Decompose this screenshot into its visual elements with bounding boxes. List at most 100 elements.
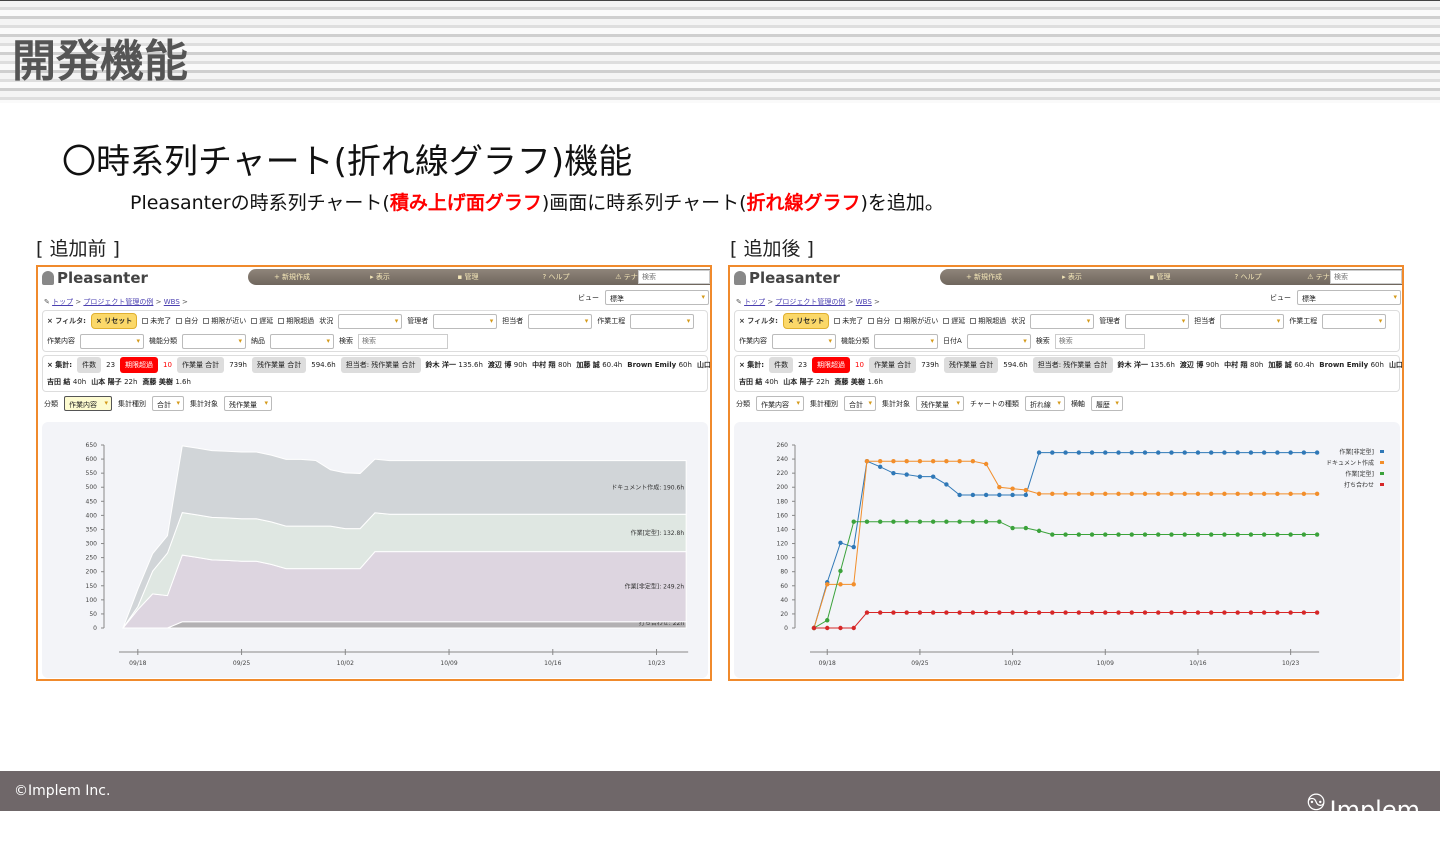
reset-button[interactable]: × リセット	[90, 313, 138, 329]
summary-button[interactable]: 件数	[77, 357, 102, 373]
checkbox-box[interactable]	[895, 318, 902, 324]
control-select[interactable]: 作業内容	[64, 396, 112, 411]
checkbox-box[interactable]	[142, 318, 149, 324]
person-name: 山本 陽子	[91, 378, 125, 386]
app-logo[interactable]: Pleasanter	[42, 269, 148, 287]
nav-item[interactable]: ▸ 表示	[336, 272, 424, 282]
checkbox-期限が近い[interactable]: 期限が近い	[895, 316, 938, 326]
filter-select[interactable]	[874, 333, 938, 349]
summary-button[interactable]: 残作業量 合計	[252, 357, 307, 373]
person-name: 鈴木 洋一	[425, 361, 459, 369]
summary-button[interactable]: 期限超過	[120, 357, 159, 373]
breadcrumb-link[interactable]: トップ	[52, 298, 73, 306]
checkbox-box[interactable]	[251, 318, 258, 324]
control-select[interactable]: 履歴	[1090, 396, 1123, 411]
data-point	[1116, 532, 1121, 537]
summary-button[interactable]: 作業量 合計	[868, 357, 917, 373]
filter-search-input[interactable]	[1054, 333, 1145, 349]
filter-select[interactable]	[528, 313, 593, 329]
nav-item[interactable]: + 新規作成	[248, 272, 336, 282]
checkbox-box[interactable]	[834, 318, 841, 324]
breadcrumb-link[interactable]: プロジェクト管理の例	[83, 298, 153, 306]
filter-select[interactable]	[270, 333, 334, 349]
checkbox-box[interactable]	[203, 318, 210, 324]
summary-button[interactable]: 作業量 合計	[176, 357, 225, 373]
data-point	[1103, 491, 1108, 497]
filter-select[interactable]	[182, 333, 246, 349]
summary-button[interactable]: 担当者: 残作業量 合計	[340, 357, 421, 373]
filter-select[interactable]	[1322, 313, 1387, 329]
filter-select[interactable]	[1030, 313, 1095, 329]
breadcrumb-link[interactable]: トップ	[744, 298, 765, 306]
reset-button[interactable]: × リセット	[782, 313, 830, 329]
filter-select[interactable]	[338, 313, 403, 329]
data-point	[1261, 532, 1267, 537]
control-select-value: 残作業量	[229, 401, 257, 409]
data-point	[904, 610, 909, 615]
person-total: 渡辺 博 90h	[1180, 360, 1219, 370]
checkbox-未完了[interactable]: 未完了	[834, 316, 863, 326]
view-select[interactable]: 標準	[1297, 290, 1401, 305]
person-hours: 80h	[557, 361, 572, 369]
area-end-label: ドキュメント作成: 190.6h	[611, 483, 684, 491]
control-select[interactable]: 合計	[152, 396, 184, 411]
data-point	[944, 458, 949, 464]
person-hours: 90h	[513, 361, 528, 369]
person-hours: 1.6h	[175, 378, 191, 386]
data-point	[1301, 610, 1307, 615]
filter-select[interactable]	[630, 313, 695, 329]
checkbox-box[interactable]	[868, 318, 875, 324]
breadcrumb-link[interactable]: WBS	[856, 298, 872, 306]
checkbox-遅延[interactable]: 遅延	[943, 316, 965, 326]
checkbox-自分[interactable]: 自分	[176, 316, 198, 326]
checkbox-期限が近い[interactable]: 期限が近い	[203, 316, 246, 326]
y-tick-label: 20	[780, 611, 788, 618]
breadcrumb-link[interactable]: WBS	[164, 298, 180, 306]
app-logo[interactable]: Pleasanter	[734, 269, 840, 287]
nav-item[interactable]: ▪ 管理	[1116, 272, 1204, 282]
filter-select[interactable]	[1125, 313, 1190, 329]
checkbox-box[interactable]	[278, 318, 285, 324]
control-select[interactable]: 残作業量	[224, 396, 272, 411]
search-input[interactable]	[1330, 270, 1402, 284]
nav-item[interactable]: ▸ 表示	[1028, 272, 1116, 282]
filter-select[interactable]	[433, 313, 498, 329]
checkbox-未完了[interactable]: 未完了	[142, 316, 171, 326]
checkbox-box[interactable]	[970, 318, 977, 324]
summary-button[interactable]: 期限超過	[812, 357, 851, 373]
filter-select[interactable]	[80, 333, 144, 349]
nav-item[interactable]: ? ヘルプ	[512, 272, 600, 282]
data-point	[1023, 492, 1029, 498]
data-point	[1248, 610, 1254, 615]
control-select[interactable]: 作業内容	[756, 396, 804, 411]
area-作業[非定型]	[121, 551, 687, 629]
checkbox-遅延[interactable]: 遅延	[251, 316, 273, 326]
data-point	[851, 544, 856, 550]
summary-button[interactable]: 件数	[769, 357, 794, 373]
checkbox-box[interactable]	[176, 318, 183, 324]
search-input[interactable]	[638, 270, 710, 284]
nav-item[interactable]: ? ヘルプ	[1204, 272, 1292, 282]
checkbox-自分[interactable]: 自分	[868, 316, 890, 326]
filter-search-input[interactable]	[358, 333, 448, 349]
checkbox-期限超過[interactable]: 期限超過	[278, 316, 314, 326]
nav-item[interactable]: ▪ 管理	[424, 272, 512, 282]
data-point	[970, 492, 976, 498]
control-select[interactable]: 折れ線	[1024, 396, 1065, 411]
data-point	[1222, 450, 1227, 455]
summary-button[interactable]: 担当者: 残作業量 合計	[1032, 357, 1113, 373]
section-heading: 〇時系列チャート(折れ線グラフ)機能	[62, 142, 633, 182]
filter-select[interactable]	[1220, 313, 1285, 329]
view-select[interactable]: 標準	[605, 290, 709, 305]
control-select[interactable]: 残作業量	[916, 396, 964, 411]
breadcrumb-link[interactable]: プロジェクト管理の例	[775, 298, 845, 306]
checkbox-期限超過[interactable]: 期限超過	[970, 316, 1006, 326]
filter-select[interactable]	[772, 333, 836, 349]
control-select-value: 作業内容	[761, 401, 789, 409]
control-select[interactable]: 合計	[844, 396, 876, 411]
filter-select[interactable]	[966, 333, 1031, 349]
summary-panel: × 集計: 件数 23 期限超過 10 作業量 合計 739h 残作業量 合計 594.6h 担当…	[42, 355, 710, 392]
summary-button[interactable]: 残作業量 合計	[944, 357, 999, 373]
nav-item[interactable]: + 新規作成	[940, 272, 1028, 282]
checkbox-box[interactable]	[943, 318, 950, 324]
